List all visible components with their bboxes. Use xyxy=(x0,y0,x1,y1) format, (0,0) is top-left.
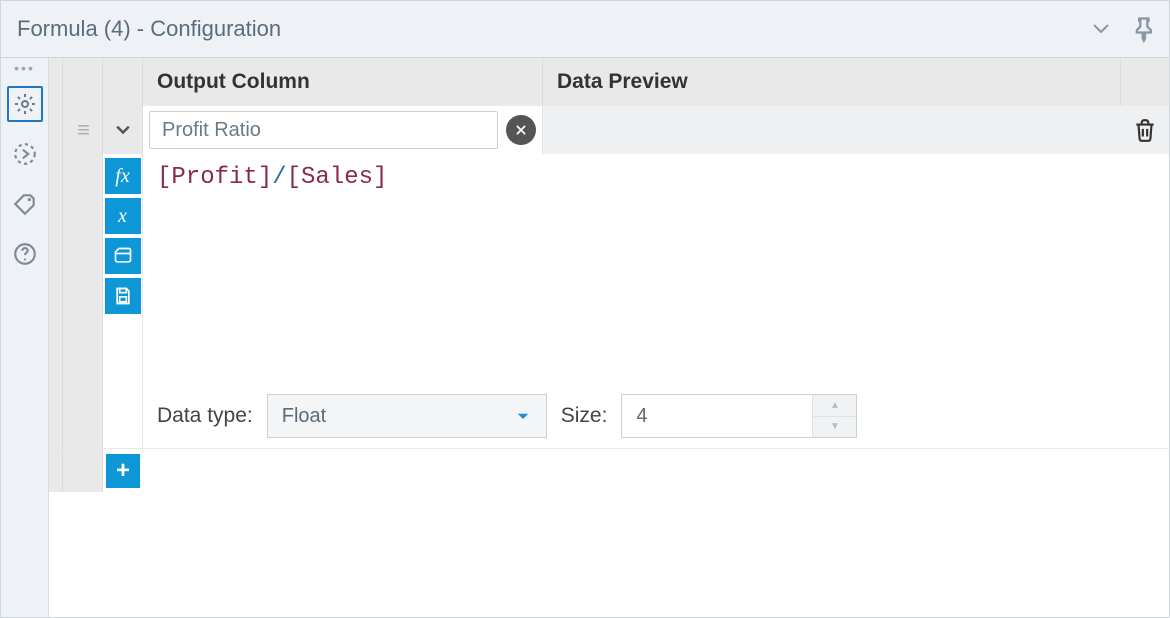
formula-toolbar: fx x xyxy=(103,154,143,384)
xml-tab[interactable] xyxy=(7,136,43,172)
output-row: ≡ xyxy=(49,106,1169,154)
window-title: Formula (4) - Configuration xyxy=(17,16,281,42)
row-gutter xyxy=(63,384,103,448)
row-gutter xyxy=(49,154,63,384)
left-tab-strip: ••• xyxy=(1,58,49,617)
grid-gutter xyxy=(49,58,63,106)
data-type-label: Data type: xyxy=(157,404,253,428)
size-spinner: ▲ ▼ xyxy=(812,395,856,437)
grid-header: Output Column Data Preview xyxy=(49,58,1169,106)
row-gutter xyxy=(63,154,103,384)
settings-tab[interactable] xyxy=(7,86,43,122)
clear-output-button[interactable] xyxy=(506,115,536,145)
collapse-chevron-icon[interactable] xyxy=(1089,17,1113,41)
main-area: ••• Output Column Data Preview ≡ xyxy=(0,58,1170,618)
add-row: + xyxy=(49,448,1169,492)
size-label: Size: xyxy=(561,404,608,428)
output-column-input[interactable] xyxy=(149,111,498,149)
size-step-up[interactable]: ▲ xyxy=(813,395,856,417)
row-gutter xyxy=(63,449,103,492)
col-header-output: Output Column xyxy=(143,58,543,106)
data-type-select[interactable]: Float xyxy=(267,394,547,438)
expand-toggle[interactable] xyxy=(103,106,143,154)
drag-handle[interactable]: ≡ xyxy=(63,106,103,154)
grid-gutter xyxy=(103,58,143,106)
fx-functions-button[interactable]: fx xyxy=(105,158,141,194)
trash-icon[interactable] xyxy=(1132,117,1158,143)
row-gutter xyxy=(49,449,63,492)
type-size-controls: Data type: Float Size: ▲ ▼ xyxy=(143,394,1169,438)
add-cell: + xyxy=(103,449,143,492)
titlebar-controls xyxy=(1089,15,1159,43)
pin-icon[interactable] xyxy=(1131,15,1159,43)
data-type-value: Float xyxy=(282,405,326,428)
open-expression-button[interactable] xyxy=(105,238,141,274)
col-header-preview: Data Preview xyxy=(543,58,1121,106)
annotation-tab[interactable] xyxy=(7,186,43,222)
formula-token-field: [Profit] xyxy=(157,164,272,191)
overflow-icon[interactable]: ••• xyxy=(14,66,35,70)
type-size-row: Data type: Float Size: ▲ ▼ xyxy=(49,384,1169,448)
save-expression-button[interactable] xyxy=(105,278,141,314)
blank xyxy=(143,449,1169,492)
row-gutter xyxy=(49,384,63,448)
row-gutter xyxy=(49,106,63,154)
config-content: Output Column Data Preview ≡ xyxy=(49,58,1169,617)
grid-gutter xyxy=(63,58,103,106)
formula-editor[interactable]: [Profit]/[Sales] xyxy=(143,154,1169,384)
grid-gutter xyxy=(1121,58,1169,106)
delete-cell xyxy=(1121,106,1169,154)
formula-token-field: [Sales] xyxy=(287,164,388,191)
chevron-down-icon xyxy=(514,407,532,425)
output-column-cell xyxy=(143,106,543,154)
x-columns-button[interactable]: x xyxy=(105,198,141,234)
size-step-down[interactable]: ▼ xyxy=(813,417,856,438)
grip-icon: ≡ xyxy=(77,127,88,133)
formula-row: fx x [Profit]/[Sales] xyxy=(49,154,1169,384)
row-gutter xyxy=(103,384,143,448)
formula-token-operator: / xyxy=(272,164,286,191)
help-tab[interactable] xyxy=(7,236,43,272)
add-expression-button[interactable]: + xyxy=(106,454,140,488)
size-stepper: ▲ ▼ xyxy=(621,394,857,438)
size-input[interactable] xyxy=(622,395,812,437)
titlebar: Formula (4) - Configuration xyxy=(0,0,1170,58)
data-preview-cell xyxy=(543,106,1121,154)
